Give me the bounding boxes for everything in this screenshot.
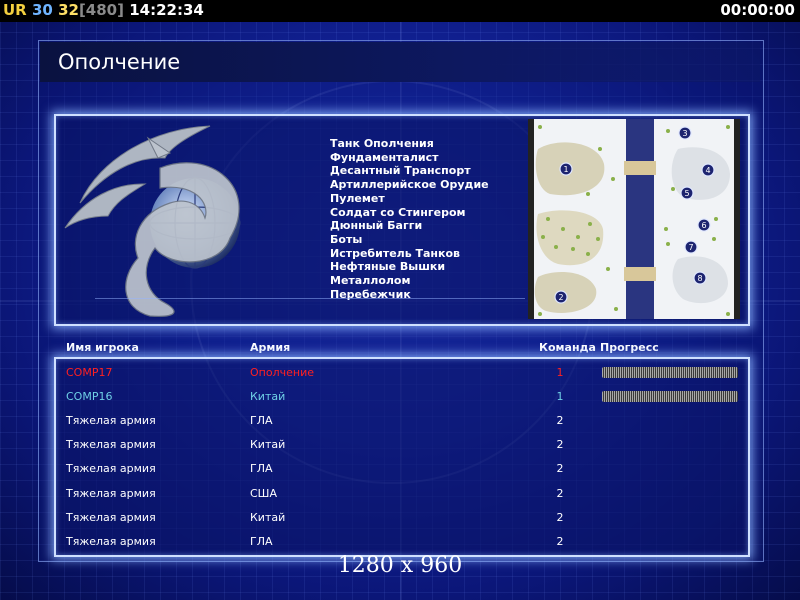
hud-ur: UR (3, 1, 27, 19)
player-row: COMP16 Китай 1 (56, 385, 744, 409)
unit-item: Фундаменталист (330, 150, 439, 164)
start-position-label: 6 (701, 221, 706, 230)
faction-dragon-logo (64, 125, 241, 317)
divider (95, 298, 525, 299)
player-team: 2 (556, 534, 564, 548)
player-row: Тяжелая армия США 2 (56, 482, 744, 506)
start-position-label: 5 (684, 189, 689, 198)
player-team: 2 (556, 414, 564, 428)
player-army: Китай (250, 390, 286, 404)
player-progress-bar (602, 391, 738, 403)
unit-item: Перебежчик (330, 287, 411, 301)
player-team: 2 (556, 510, 564, 524)
start-position-label: 4 (705, 166, 710, 175)
unit-item: Нефтяные Вышки (330, 260, 446, 274)
player-name: Тяжелая армия (66, 534, 156, 548)
hud-clock: 14:22:34 (129, 1, 204, 19)
column-header-army: Армия (250, 341, 291, 354)
player-name: Тяжелая армия (66, 414, 156, 428)
player-row: COMP17 Ополчение 1 (56, 361, 744, 385)
hud-lag: 30 (31, 1, 53, 19)
unit-item: Танк Ополчения (330, 137, 434, 150)
hud-fps-cap: [480] (78, 1, 124, 19)
player-progress-bar (602, 367, 738, 378)
player-name: Тяжелая армия (66, 438, 156, 452)
player-army: Китай (250, 510, 286, 524)
column-header-progress: Прогресс (600, 341, 659, 354)
player-team: 1 (556, 366, 564, 379)
start-position-label: 2 (558, 293, 563, 302)
player-army: ГЛА (250, 534, 273, 548)
player-name: COMP17 (66, 366, 113, 379)
player-team: 2 (556, 486, 564, 500)
unit-item: Боты (330, 232, 363, 246)
player-team: 1 (556, 390, 564, 404)
player-progress-fill (602, 367, 738, 378)
hud-fps: 32 (58, 1, 79, 19)
player-name: COMP16 (66, 390, 113, 404)
player-row: Тяжелая армия Китай 2 (56, 433, 744, 457)
unit-item: Солдат со Стингером (330, 205, 466, 219)
unit-item: Дюнный Багги (330, 219, 423, 233)
player-row: Тяжелая армия ГЛА 2 (56, 457, 744, 481)
player-army: ГЛА (250, 462, 273, 476)
start-position-label: 7 (688, 243, 693, 252)
hud-stats: UR 30 32[480] 14:22:34 (3, 1, 204, 19)
unit-item: Артиллерийское Орудие (330, 178, 489, 192)
start-position-label: 8 (697, 274, 702, 283)
player-progress-fill (602, 391, 738, 403)
column-header-team: Команда (539, 341, 596, 354)
resolution-label: 1280 x 960 (337, 553, 463, 578)
unit-item: Десантный Транспорт (330, 164, 471, 178)
player-team: 2 (556, 438, 564, 452)
player-name: Тяжелая армия (66, 486, 156, 500)
map-preview: 1 2 3 4 5 6 7 8 (528, 119, 740, 319)
player-row: Тяжелая армия ГЛА 2 (56, 530, 744, 554)
player-army: Ополчение (250, 366, 314, 379)
unit-item: Истребитель Танков (330, 246, 461, 260)
column-header-player-name: Имя игрока (66, 341, 139, 354)
player-army: ГЛА (250, 414, 273, 428)
faction-unit-list: Танк Ополчения Фундаменталист Десантный … (330, 137, 489, 301)
player-name: Тяжелая армия (66, 510, 156, 524)
player-army: Китай (250, 438, 286, 452)
start-position-label: 1 (563, 165, 568, 174)
player-row: Тяжелая армия Китай 2 (56, 506, 744, 530)
unit-item: Металлолом (330, 274, 411, 288)
player-team: 2 (556, 462, 564, 476)
player-name: Тяжелая армия (66, 462, 156, 476)
player-army: США (250, 486, 277, 500)
player-row: Тяжелая армия ГЛА 2 (56, 409, 744, 433)
start-position-label: 3 (682, 129, 687, 138)
hud-timer: 00:00:00 (720, 1, 795, 19)
faction-title: Ополчение (58, 50, 181, 74)
unit-item: Пулемет (330, 191, 385, 205)
